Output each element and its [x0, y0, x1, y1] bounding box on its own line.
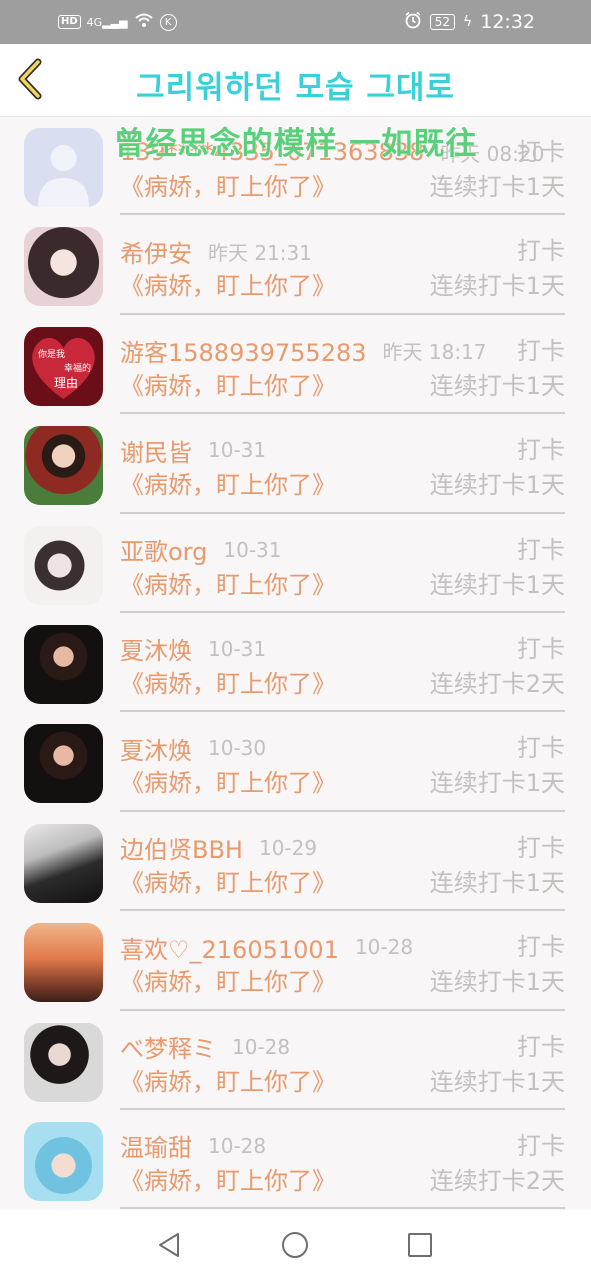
status-bar: HD 4G▂▃▅ K 52 ϟ 12:32 [0, 0, 591, 44]
streak-count: 连续打卡1天 [429, 272, 565, 301]
checkin-label: 打卡 [517, 237, 565, 266]
checkin-time: 10-28 [208, 1133, 267, 1158]
avatar-heart-image[interactable]: 你是我 幸福的 理由 [24, 326, 103, 406]
user-name[interactable]: 亚歌org [120, 532, 207, 567]
list-item[interactable]: 边伯贤BBH 10-29 打卡 《病娇，盯上你了》 连续打卡1天 [0, 812, 591, 912]
checkin-time: 10-30 [208, 736, 267, 761]
checkin-time: 10-31 [208, 438, 267, 463]
book-title[interactable]: 《病娇，盯上你了》 [120, 964, 336, 1000]
list-item[interactable]: 温瑜甜 10-28 打卡 《病娇，盯上你了》 连续打卡2天 [0, 1110, 591, 1210]
checkin-label: 打卡 [517, 1131, 565, 1160]
checkin-label: 打卡 [517, 833, 565, 862]
avatar-photo[interactable] [24, 525, 103, 605]
checkin-time: 10-31 [208, 636, 267, 661]
book-title[interactable]: 《病娇，盯上你了》 [120, 865, 336, 901]
overlay-title-chinese: 曾经思念的模样 一如既往 [113, 126, 478, 162]
hd-icon: HD [58, 15, 81, 29]
user-name[interactable]: 夏沐焕 [120, 731, 192, 766]
avatar-photo[interactable] [24, 1121, 103, 1201]
system-nav-bar [0, 1210, 591, 1280]
list-item[interactable]: 夏沐焕 10-30 打卡 《病娇，盯上你了》 连续打卡1天 [0, 712, 591, 812]
checkin-time: 10-28 [232, 1034, 291, 1059]
list-item[interactable]: 希伊安 昨天 21:31 打卡 《病娇，盯上你了》 连续打卡1天 [0, 215, 591, 315]
checkin-label: 打卡 [517, 933, 565, 962]
book-title[interactable]: 《病娇，盯上你了》 [120, 368, 336, 404]
user-name[interactable]: 夏沐焕 [120, 631, 192, 666]
avatar-photo[interactable] [24, 227, 103, 307]
book-title[interactable]: 《病娇，盯上你了》 [120, 268, 336, 304]
avatar-photo[interactable] [24, 1022, 103, 1102]
circle-home-icon [282, 1232, 308, 1258]
checkin-time: 10-31 [223, 537, 282, 562]
book-title[interactable]: 《病娇，盯上你了》 [120, 666, 336, 702]
checkin-time: 昨天 21:31 [208, 240, 312, 265]
avatar-photo[interactable] [24, 724, 103, 804]
divider [120, 1207, 565, 1210]
checkin-label: 打卡 [517, 336, 565, 365]
heart-text-2: 幸福的 [64, 362, 91, 374]
streak-count: 连续打卡1天 [429, 1067, 565, 1096]
book-title[interactable]: 《病娇，盯上你了》 [120, 467, 336, 503]
nav-home-button[interactable] [280, 1230, 310, 1260]
user-name[interactable]: 希伊安 [120, 234, 192, 269]
list-item[interactable]: 喜欢♡_216051001 10-28 打卡 《病娇，盯上你了》 连续打卡1天 [0, 911, 591, 1011]
checkin-time: 10-29 [258, 835, 318, 860]
checkin-label: 打卡 [517, 436, 565, 465]
cell-signal-icon: 4G▂▃▅ [86, 15, 128, 29]
streak-count: 连续打卡2天 [429, 1166, 565, 1195]
status-left: HD 4G▂▃▅ K [58, 10, 177, 34]
heart-text-1: 你是我 [38, 348, 65, 360]
checkin-list: 139****4335_071363838 昨天 08:20 打卡 《病娇，盯上… [0, 116, 591, 1210]
avatar-photo[interactable] [24, 624, 103, 704]
streak-count: 连续打卡1天 [429, 570, 565, 599]
book-title[interactable]: 《病娇，盯上你了》 [120, 169, 336, 205]
nav-back-button[interactable] [154, 1230, 184, 1260]
heart-text-3: 理由 [54, 376, 78, 390]
checkin-time: 10-28 [354, 935, 414, 960]
streak-count: 连续打卡1天 [429, 868, 565, 897]
user-name[interactable]: 喜欢♡_216051001 [120, 930, 339, 965]
wifi-icon [134, 12, 154, 32]
user-name[interactable]: べ梦释ミ [120, 1029, 216, 1064]
checkin-label: 打卡 [517, 734, 565, 763]
avatar-photo[interactable] [24, 823, 103, 903]
square-recents-icon [408, 1233, 432, 1257]
checkin-label: 打卡 [517, 634, 565, 663]
list-item[interactable]: べ梦释ミ 10-28 打卡 《病娇，盯上你了》 连续打卡1天 [0, 1011, 591, 1110]
avatar-photo[interactable] [24, 426, 103, 506]
avatar-photo[interactable] [24, 923, 103, 1003]
list-item[interactable]: 谢民皆 10-31 打卡 《病娇，盯上你了》 连续打卡1天 [0, 414, 591, 514]
app-header: 그리워하던 모습 그대로 [0, 44, 591, 117]
user-name[interactable]: 边伯贤BBH [120, 830, 243, 865]
streak-count: 连续打卡2天 [429, 669, 565, 698]
clock: 12:32 [480, 11, 535, 33]
streak-count: 连续打卡1天 [429, 968, 565, 997]
streak-count: 连续打卡1天 [429, 769, 565, 798]
list-item[interactable]: 你是我 幸福的 理由 游客1588939755283 昨天 18:17 打卡 《… [0, 315, 591, 415]
streak-count: 连续打卡1天 [429, 371, 565, 400]
streak-count: 连续打卡1天 [429, 173, 565, 201]
user-name[interactable]: 游客1588939755283 [120, 333, 367, 368]
checkin-label: 打卡 [517, 1032, 565, 1061]
user-name[interactable]: 谢民皆 [120, 433, 192, 468]
list-item[interactable]: 亚歌org 10-31 打卡 《病娇，盯上你了》 连续打卡1天 [0, 514, 591, 613]
alarm-icon [404, 11, 422, 34]
streak-count: 连续打卡1天 [429, 471, 565, 500]
checkin-time: 昨天 18:17 [382, 340, 487, 365]
book-title[interactable]: 《病娇，盯上你了》 [120, 567, 336, 603]
list-item[interactable]: 夏沐焕 10-31 打卡 《病娇，盯上你了》 连续打卡2天 [0, 613, 591, 713]
k-app-icon: K [159, 13, 177, 31]
checkin-label: 打卡 [517, 535, 565, 564]
user-name[interactable]: 温瑜甜 [120, 1128, 192, 1163]
triangle-back-icon [159, 1233, 179, 1257]
nav-recents-button[interactable] [405, 1230, 435, 1260]
book-title[interactable]: 《病娇，盯上你了》 [120, 765, 336, 801]
battery-icon: 52 [429, 14, 455, 30]
book-title[interactable]: 《病娇，盯上你了》 [120, 1163, 336, 1199]
status-right: 52 ϟ 12:32 [404, 9, 535, 35]
charging-icon: ϟ [462, 14, 473, 30]
network-type: 4G [86, 15, 103, 29]
overlay-title-korean: 그리워하던 모습 그대로 [136, 70, 455, 106]
book-title[interactable]: 《病娇，盯上你了》 [120, 1064, 336, 1100]
